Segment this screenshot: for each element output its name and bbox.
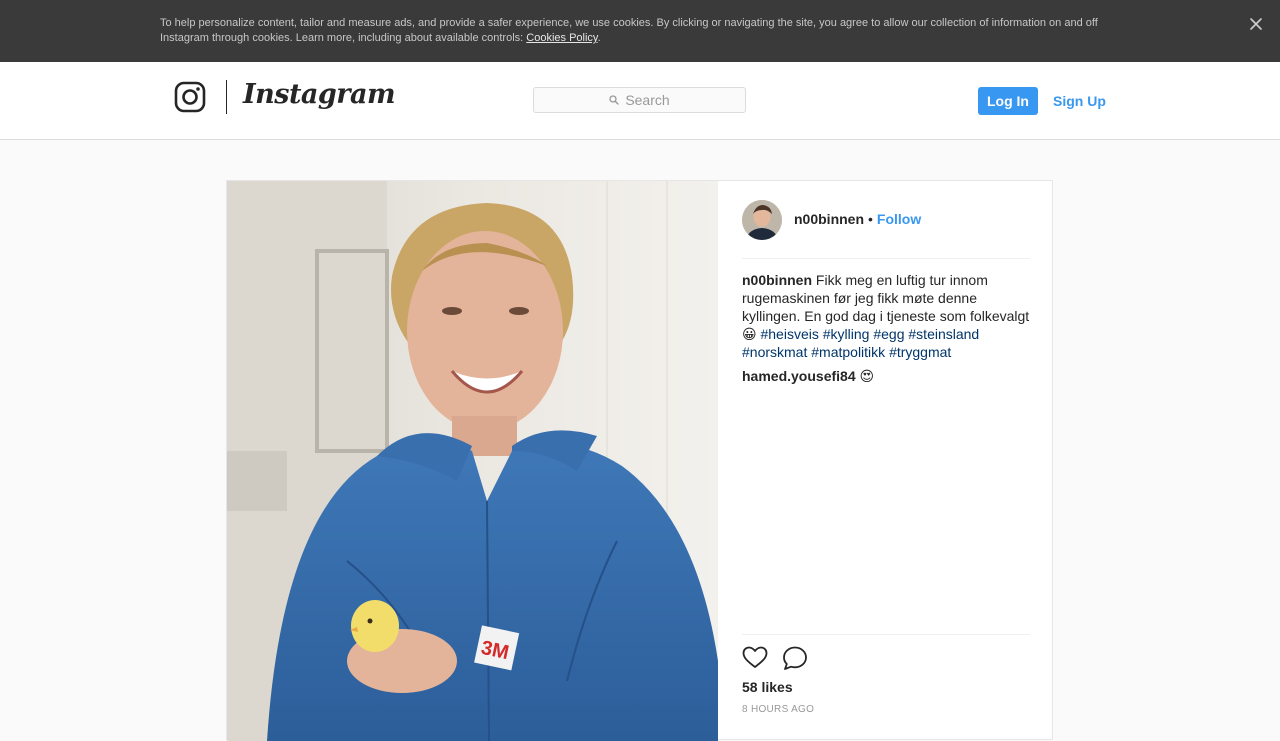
post-author: n00binnen • Follow bbox=[794, 211, 921, 227]
top-navigation: Instagram Search Log In Sign Up bbox=[0, 62, 1280, 140]
cookie-notice-text: To help personalize content, tailor and … bbox=[160, 16, 1120, 46]
hashtag-link[interactable]: #norskmat bbox=[742, 344, 807, 360]
post-photo[interactable]: 3M bbox=[227, 181, 718, 741]
instagram-camera-icon[interactable] bbox=[174, 81, 206, 113]
sign-up-link[interactable]: Sign Up bbox=[1053, 87, 1106, 115]
post-actions: 58 likes 8 HOURS AGO bbox=[742, 634, 1030, 715]
heart-icon[interactable] bbox=[742, 645, 768, 671]
close-icon[interactable] bbox=[1248, 16, 1264, 32]
comment-item: hamed.yousefi84 😍 bbox=[742, 367, 1030, 385]
search-icon bbox=[609, 95, 620, 105]
post-header: n00binnen • Follow bbox=[742, 200, 1030, 259]
hashtag-link[interactable]: #heisveis bbox=[760, 326, 818, 342]
cookie-notice-suffix: . bbox=[597, 32, 601, 44]
caption-username[interactable]: n00binnen bbox=[742, 272, 812, 288]
search-placeholder: Search bbox=[625, 92, 670, 108]
cookie-notice-body: To help personalize content, tailor and … bbox=[160, 17, 1098, 44]
post-caption: n00binnen Fikk meg en luftig tur innom r… bbox=[742, 271, 1030, 361]
follow-button[interactable]: Follow bbox=[877, 211, 921, 227]
hashtag-link[interactable]: #matpolitikk bbox=[811, 344, 885, 360]
speech-bubble-icon[interactable] bbox=[782, 645, 808, 671]
cookies-policy-link[interactable]: Cookies Policy bbox=[526, 32, 597, 44]
hashtag-link[interactable]: #tryggmat bbox=[889, 344, 951, 360]
author-username[interactable]: n00binnen bbox=[794, 211, 864, 227]
hashtag-link[interactable]: #kylling bbox=[823, 326, 870, 342]
logo-divider bbox=[226, 80, 227, 114]
search-input[interactable]: Search bbox=[533, 87, 746, 113]
cookie-banner: To help personalize content, tailor and … bbox=[0, 0, 1280, 62]
avatar[interactable] bbox=[742, 200, 782, 240]
separator-dot: • bbox=[868, 211, 873, 227]
hashtag-link[interactable]: #egg bbox=[873, 326, 904, 342]
post-sidebar: n00binnen • Follow n00binnen Fikk meg en l… bbox=[742, 181, 1030, 741]
instagram-wordmark[interactable]: Instagram bbox=[243, 79, 396, 110]
likes-count[interactable]: 58 likes bbox=[742, 679, 793, 695]
post-timestamp: 8 HOURS AGO bbox=[742, 704, 815, 715]
search-placeholder-wrap: Search bbox=[534, 88, 745, 112]
comment-username[interactable]: hamed.yousefi84 bbox=[742, 368, 856, 384]
log-in-button[interactable]: Log In bbox=[978, 87, 1038, 115]
hashtag-link[interactable]: #steinsland bbox=[908, 326, 979, 342]
comment-text: 😍 bbox=[855, 368, 875, 384]
post-card: 3M n00binnen • Follow n00binnen Fikk meg… bbox=[226, 180, 1053, 741]
